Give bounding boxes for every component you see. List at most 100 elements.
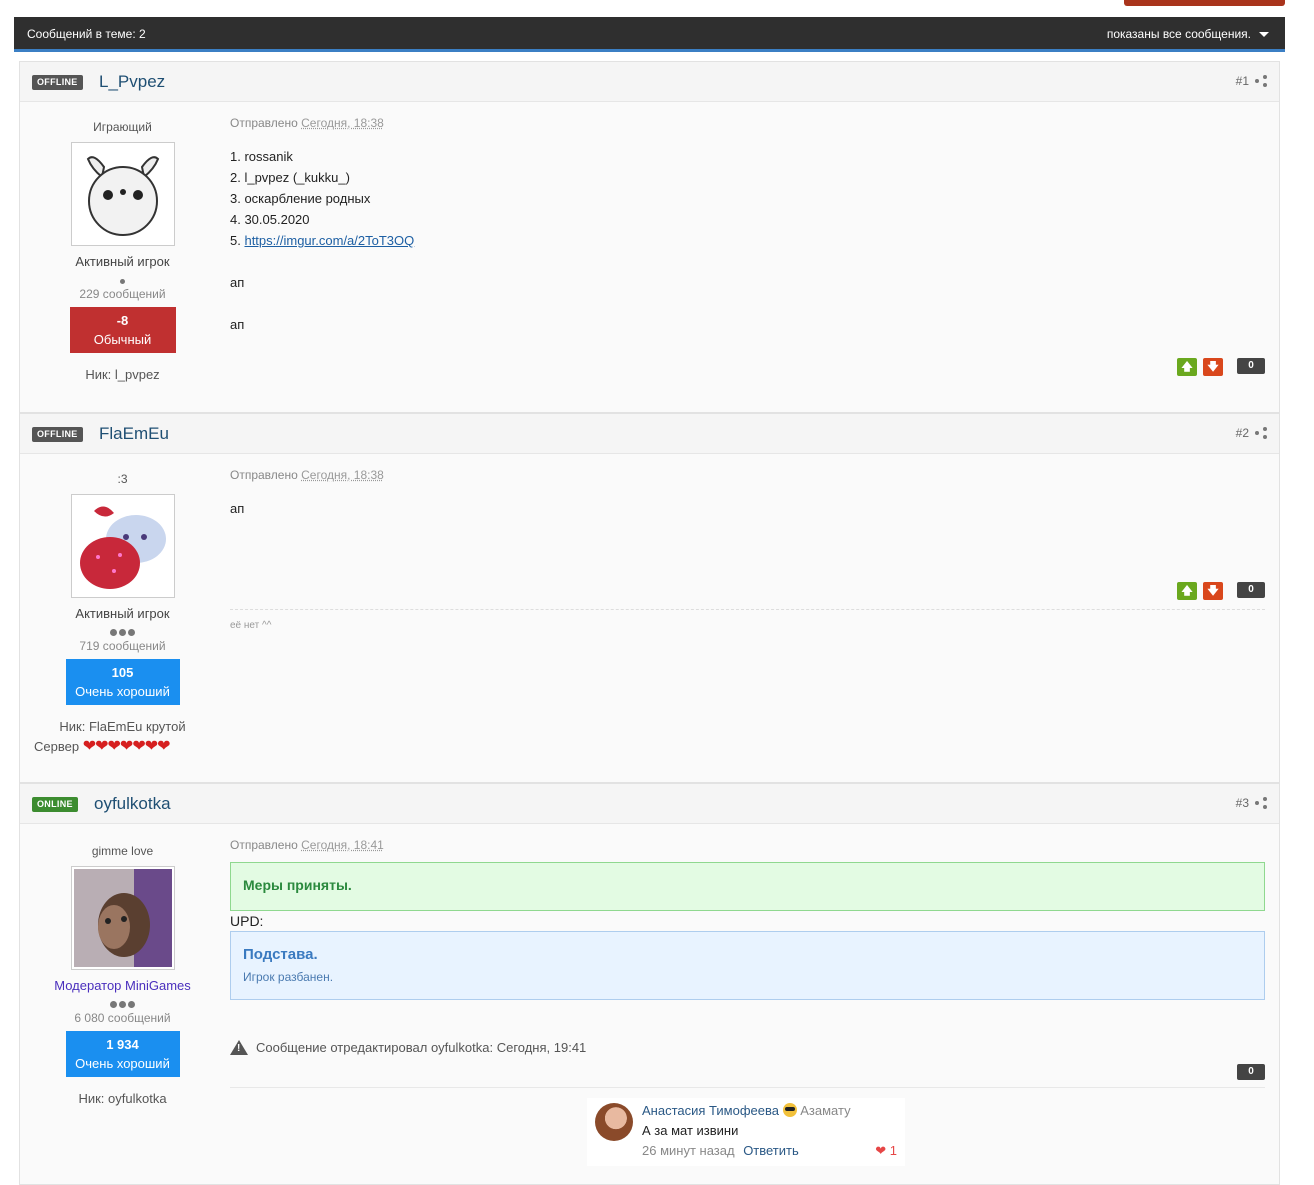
reputation-label: Обычный [93,332,152,347]
server-label: Сервер [34,739,80,754]
heart-icon: ❤ [875,1143,887,1158]
signature: её нет ^^ [230,620,272,631]
line-4: 4. 30.05.2020 [230,212,310,227]
reputation-badge: -8 Обычный [69,307,176,353]
avatar-image [86,156,159,236]
info-subtitle: Игрок разбанен. [243,970,334,984]
reputation-badge: 105 Очень хороший [65,659,180,705]
user-rank: Модератор MiniGames [54,978,191,993]
reputation-badge: 1 934 Очень хороший [65,1031,180,1077]
post-body: 1. rossanik 2. l_pvpez (_kukku_) 3. оска… [230,146,1265,335]
avatar[interactable] [70,494,175,598]
avatar-image [73,869,172,967]
post-number[interactable]: #2 [1236,426,1267,440]
post-number-label[interactable]: #1 [1236,74,1249,88]
posted-time: Сегодня, 18:38 [301,116,384,130]
user-server: Сервер ❤❤❤❤❤❤❤ [20,736,225,756]
user-info: Играющий Активный игрок 229 сообщений -8… [20,102,225,382]
line-3: 3. оскарбление родных [230,191,371,206]
sunglasses-emoji-icon [782,1103,797,1117]
hearts-icon: ❤❤❤❤❤❤❤ [82,738,171,755]
upvote-button[interactable]: 🡅 [1177,582,1197,600]
downvote-button[interactable]: 🡇 [1203,358,1223,376]
upd-label: UPD: [230,913,264,929]
share-icon[interactable] [1255,427,1267,439]
status-badge: OFFLINE [32,427,83,442]
status-badge: OFFLINE [32,75,83,90]
user-title: gimme love [91,844,154,858]
vote-count: 0 [1237,358,1265,374]
reputation-value: 105 [111,665,134,680]
user-nick: Ник: oyfulkotka [78,1091,167,1106]
post-1: OFFLINE L_Pvpez #1 Играющий Активный игр… [19,61,1280,413]
posted-date: Отправлено Сегодня, 18:41 [230,838,1265,852]
avatar-image [79,506,166,589]
avatar[interactable] [70,142,175,246]
share-icon[interactable] [1255,75,1267,87]
filter-dropdown[interactable]: показаны все сообщения. [1107,27,1269,41]
post-header: OFFLINE FlaEmEu #2 [20,414,1279,454]
signature-divider [230,1087,1265,1088]
avatar[interactable] [70,866,175,970]
post-number-label[interactable]: #3 [1236,796,1249,810]
user-info: :3 Активный игрок 719 сообщений 105 Очен… [20,454,225,756]
vote-controls: 🡅 🡇 0 [1177,358,1265,376]
reputation-value: -8 [116,313,129,328]
user-title: Играющий [93,120,152,134]
post-count-label: Сообщений в теме: 2 [27,27,146,41]
vote-controls: 🡅 🡇 0 [1177,582,1265,600]
warning-icon [230,1040,248,1055]
imgur-link[interactable]: https://imgur.com/a/2ToT3OQ [244,233,414,248]
user-nick: Ник: l_pvpez [85,367,160,382]
post-number-label[interactable]: #2 [1236,426,1249,440]
line-5: 5. https://imgur.com/a/2ToT3OQ [230,230,1265,251]
signature-divider [230,609,1265,610]
edit-notice-text: Сообщение отредактировал oyfulkotka: Сег… [256,1040,587,1055]
post-2: OFFLINE FlaEmEu #2 :3 Активный игрок 719… [19,413,1280,783]
post-content: Отправлено Сегодня, 18:38 1. rossanik 2.… [230,102,1265,376]
reputation-value: 1 934 [106,1037,139,1052]
user-title: :3 [117,472,128,486]
comment-meta: 26 минут назад Ответить [642,1143,799,1158]
link-prefix: 5. [230,233,245,248]
rank-pips [20,273,225,284]
vote-count: 0 [1237,582,1265,598]
upvote-button[interactable]: 🡅 [1177,358,1197,376]
user-rank: Активный игрок [75,606,170,621]
rank-pips [20,625,225,636]
post-body: ап [230,498,1265,519]
username-link[interactable]: oyfulkotka [94,794,171,814]
filter-label: показаны все сообщения. [1106,27,1251,41]
top-action-button[interactable] [1124,0,1285,6]
post-content: Отправлено Сегодня, 18:38 ап 🡅 🡇 0 её не… [230,454,1265,631]
post-number[interactable]: #1 [1236,74,1267,88]
comment-likes: ❤ 1 [875,1143,897,1159]
reputation-label: Очень хороший [75,1056,170,1071]
commenter-line: Анастасия Тимофеева Азамату [642,1103,851,1118]
user-rank: Активный игрок [75,254,170,269]
username-link[interactable]: FlaEmEu [99,424,169,444]
status-badge: ONLINE [32,797,78,812]
share-icon[interactable] [1255,797,1267,809]
comment-recipient: Азамату [800,1103,851,1118]
comment-text: А за мат извини [642,1123,739,1138]
edit-notice: Сообщение отредактировал oyfulkotka: Сег… [230,1040,1265,1055]
vote-controls: 0 [1229,1064,1265,1080]
posted-prefix: Отправлено [230,838,298,852]
like-count: 1 [889,1143,897,1158]
reputation-label: Очень хороший [75,684,170,699]
posted-date: Отправлено Сегодня, 18:38 [230,116,1265,130]
signature-comment: Анастасия Тимофеева Азамату А за мат изв… [587,1098,905,1166]
commenter-name: Анастасия Тимофеева [642,1103,779,1118]
info-box: Подстава. Игрок разбанен. [230,931,1265,1000]
line-ap-2: ап [230,317,245,332]
post-content: Отправлено Сегодня, 18:41 Меры приняты. … [230,824,1265,1088]
success-box: Меры приняты. [230,862,1265,911]
thread-topbar: Сообщений в теме: 2 показаны все сообщен… [14,17,1285,52]
post-number[interactable]: #3 [1236,796,1267,810]
user-info: gimme love Модератор MiniGames 6 080 соо… [20,824,225,1106]
username-link[interactable]: L_Pvpez [99,72,165,92]
user-post-count: 719 сообщений [79,639,166,653]
line-ap: ап [230,501,245,516]
downvote-button[interactable]: 🡇 [1203,582,1223,600]
